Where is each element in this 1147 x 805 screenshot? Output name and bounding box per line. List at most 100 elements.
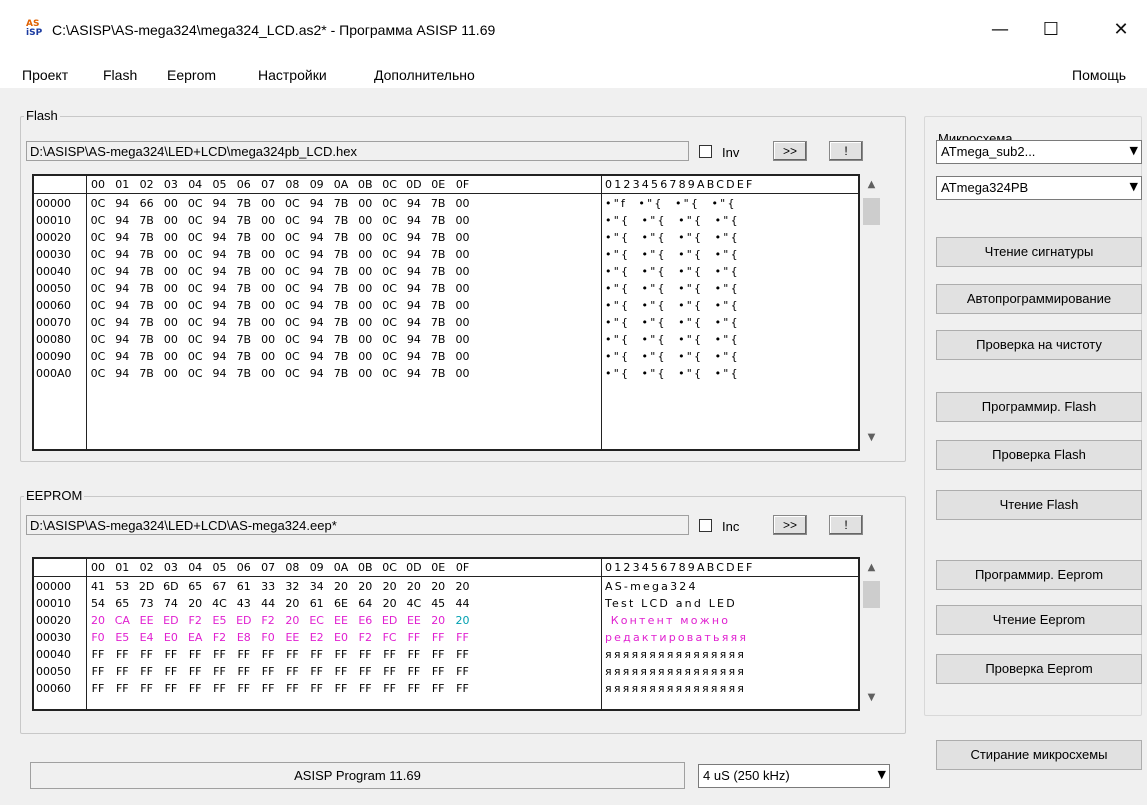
eeprom-byte-cell[interactable]: E0: [159, 629, 183, 646]
flash-byte-cell[interactable]: 00: [451, 348, 475, 365]
eeprom-byte-cell[interactable]: F2: [183, 612, 207, 629]
flash-byte-cell[interactable]: 00: [159, 280, 183, 297]
flash-byte-cell[interactable]: 0C: [378, 263, 402, 280]
flash-byte-cell[interactable]: 7B: [232, 229, 256, 246]
eeprom-byte-cell[interactable]: 41: [86, 578, 110, 595]
flash-byte-cell[interactable]: 94: [208, 297, 232, 314]
flash-byte-cell[interactable]: 00: [256, 195, 280, 212]
flash-byte-cell[interactable]: 94: [110, 297, 134, 314]
scroll-up-icon[interactable]: ▲: [863, 179, 880, 190]
eeprom-byte-cell[interactable]: EC: [305, 612, 329, 629]
eeprom-byte-cell[interactable]: FF: [110, 646, 134, 663]
flash-byte-cell[interactable]: 00: [451, 212, 475, 229]
flash-byte-cell[interactable]: 0C: [86, 280, 110, 297]
flash-scroll-thumb[interactable]: [863, 198, 880, 225]
flash-byte-cell[interactable]: 0C: [183, 280, 207, 297]
eeprom-byte-cell[interactable]: FF: [159, 680, 183, 697]
flash-byte-cell[interactable]: 94: [402, 365, 426, 382]
flash-byte-cell[interactable]: 94: [208, 246, 232, 263]
flash-byte-cell[interactable]: 94: [208, 348, 232, 365]
flash-byte-cell[interactable]: 0C: [378, 212, 402, 229]
eeprom-byte-cell[interactable]: FF: [135, 663, 159, 680]
eeprom-byte-cell[interactable]: FF: [232, 646, 256, 663]
eeprom-byte-cell[interactable]: EE: [329, 612, 353, 629]
eeprom-byte-cell[interactable]: F2: [353, 629, 377, 646]
flash-byte-cell[interactable]: 0C: [280, 314, 304, 331]
flash-byte-cell[interactable]: 7B: [232, 246, 256, 263]
eeprom-next-button[interactable]: >>: [773, 515, 807, 535]
flash-table-row[interactable]: 00090 0C 94 7B 00 0C 94 7B 00 0C 94 7B 00 0C 94 7B 00 •"{…: [34, 348, 858, 365]
eeprom-byte-cell[interactable]: FF: [256, 680, 280, 697]
flash-byte-cell[interactable]: 00: [353, 348, 377, 365]
flash-byte-cell[interactable]: 7B: [232, 280, 256, 297]
flash-byte-cell[interactable]: 00: [353, 331, 377, 348]
eeprom-byte-cell[interactable]: FF: [426, 680, 450, 697]
flash-byte-cell[interactable]: 7B: [232, 263, 256, 280]
flash-byte-cell[interactable]: 00: [353, 314, 377, 331]
flash-byte-cell[interactable]: 00: [451, 195, 475, 212]
flash-byte-cell[interactable]: 7B: [135, 297, 159, 314]
blank-check-button[interactable]: Проверка на чистоту: [936, 330, 1142, 360]
eeprom-byte-cell[interactable]: 20: [451, 578, 475, 595]
flash-byte-cell[interactable]: 0C: [183, 195, 207, 212]
flash-byte-cell[interactable]: 0C: [378, 331, 402, 348]
flash-byte-cell[interactable]: 00: [256, 280, 280, 297]
flash-byte-cell[interactable]: 00: [451, 246, 475, 263]
eeprom-byte-cell[interactable]: FF: [402, 646, 426, 663]
flash-byte-cell[interactable]: 0C: [183, 297, 207, 314]
eeprom-byte-cell[interactable]: FF: [451, 680, 475, 697]
flash-table-row[interactable]: 00070 0C 94 7B 00 0C 94 7B 00 0C 94 7B 00 0C 94 7B 00 •"{…: [34, 314, 858, 331]
eeprom-byte-cell[interactable]: ED: [232, 612, 256, 629]
flash-byte-cell[interactable]: 94: [402, 246, 426, 263]
flash-byte-cell[interactable]: 00: [159, 331, 183, 348]
eeprom-byte-cell[interactable]: ED: [159, 612, 183, 629]
eeprom-byte-cell[interactable]: 6D: [159, 578, 183, 595]
flash-byte-cell[interactable]: 00: [451, 331, 475, 348]
flash-byte-cell[interactable]: 94: [110, 263, 134, 280]
flash-byte-cell[interactable]: 94: [402, 195, 426, 212]
flash-byte-cell[interactable]: 00: [451, 229, 475, 246]
flash-byte-cell[interactable]: 94: [110, 212, 134, 229]
flash-byte-cell[interactable]: 7B: [135, 246, 159, 263]
flash-byte-cell[interactable]: 94: [110, 314, 134, 331]
menu-help[interactable]: Помощь: [1072, 67, 1126, 83]
eeprom-byte-cell[interactable]: E0: [329, 629, 353, 646]
flash-byte-cell[interactable]: 94: [305, 314, 329, 331]
flash-byte-cell[interactable]: 7B: [426, 348, 450, 365]
eeprom-scroll-thumb[interactable]: [863, 581, 880, 608]
flash-byte-cell[interactable]: 0C: [280, 331, 304, 348]
flash-byte-cell[interactable]: 00: [256, 246, 280, 263]
flash-byte-cell[interactable]: 00: [256, 263, 280, 280]
flash-byte-cell[interactable]: 0C: [378, 314, 402, 331]
eeprom-byte-cell[interactable]: 65: [183, 578, 207, 595]
flash-byte-cell[interactable]: 7B: [232, 331, 256, 348]
eeprom-byte-cell[interactable]: FF: [183, 680, 207, 697]
flash-byte-cell[interactable]: 94: [208, 331, 232, 348]
eeprom-byte-cell[interactable]: FF: [329, 663, 353, 680]
flash-byte-cell[interactable]: 94: [305, 297, 329, 314]
flash-byte-cell[interactable]: 00: [353, 263, 377, 280]
eeprom-byte-cell[interactable]: FF: [135, 646, 159, 663]
flash-byte-cell[interactable]: 7B: [232, 297, 256, 314]
eeprom-byte-cell[interactable]: 33: [256, 578, 280, 595]
eeprom-byte-cell[interactable]: FF: [353, 663, 377, 680]
eeprom-byte-cell[interactable]: FF: [232, 680, 256, 697]
flash-file-path[interactable]: D:\ASISP\AS-mega324\LED+LCD\mega324pb_LC…: [26, 141, 689, 161]
flash-byte-cell[interactable]: 0C: [280, 297, 304, 314]
flash-byte-cell[interactable]: 7B: [232, 195, 256, 212]
flash-byte-cell[interactable]: 0C: [86, 229, 110, 246]
flash-byte-cell[interactable]: 7B: [135, 314, 159, 331]
eeprom-byte-cell[interactable]: FC: [378, 629, 402, 646]
flash-byte-cell[interactable]: 94: [110, 229, 134, 246]
read-eeprom-button[interactable]: Чтение Eeprom: [936, 605, 1142, 635]
eeprom-byte-cell[interactable]: 20: [426, 578, 450, 595]
eeprom-byte-cell[interactable]: EA: [183, 629, 207, 646]
flash-byte-cell[interactable]: 94: [305, 348, 329, 365]
eeprom-byte-cell[interactable]: FF: [353, 680, 377, 697]
eeprom-byte-cell[interactable]: 65: [110, 595, 134, 612]
flash-byte-cell[interactable]: 0C: [183, 314, 207, 331]
flash-byte-cell[interactable]: 00: [353, 297, 377, 314]
read-flash-button[interactable]: Чтение Flash: [936, 490, 1142, 520]
flash-byte-cell[interactable]: 94: [402, 297, 426, 314]
flash-byte-cell[interactable]: 94: [110, 348, 134, 365]
